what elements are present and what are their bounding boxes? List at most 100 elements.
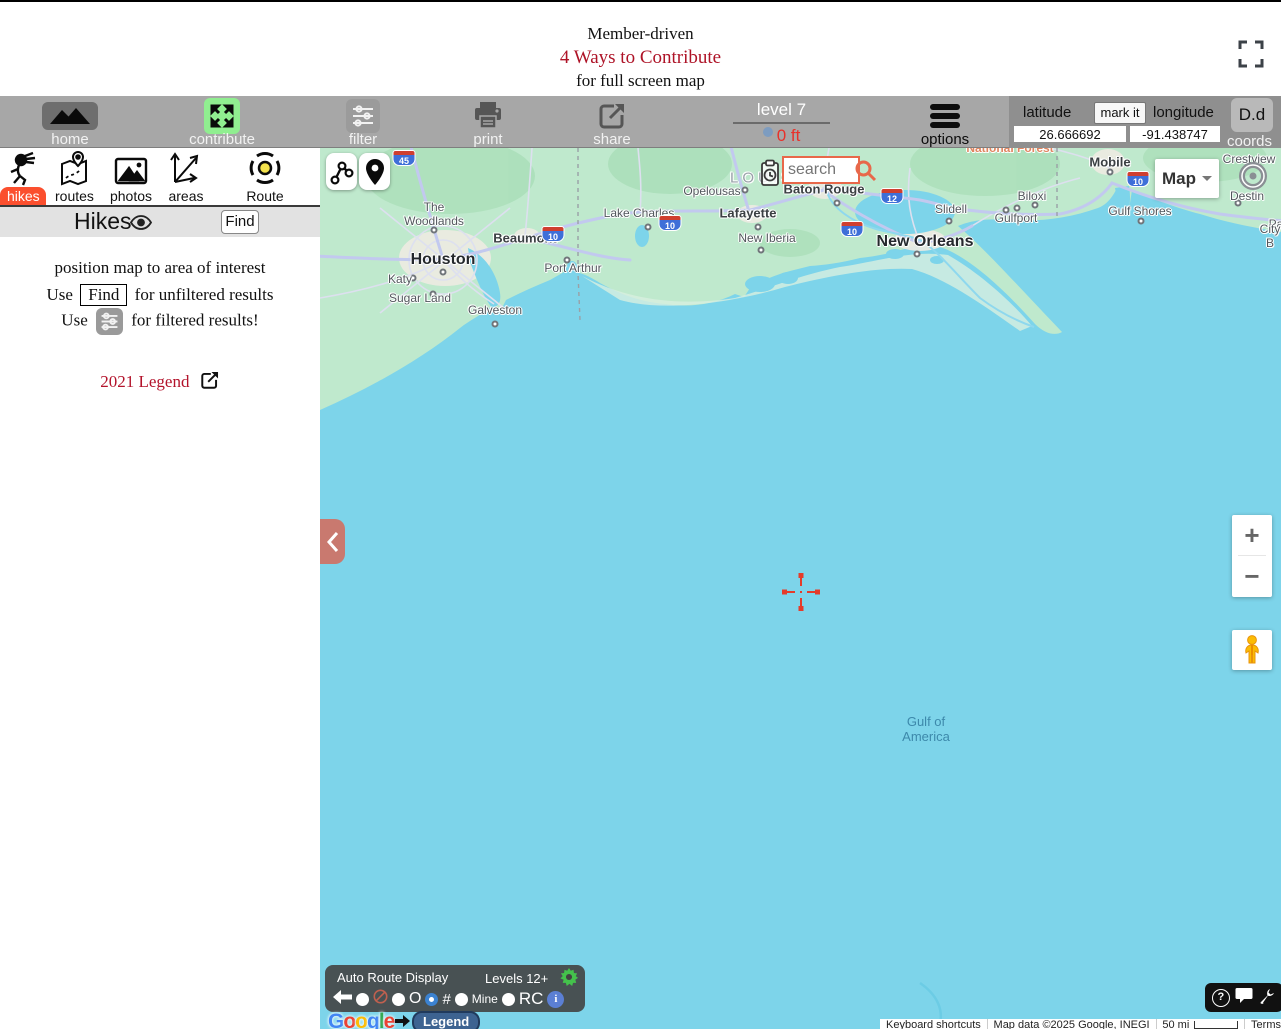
hamburger-icon [930,101,960,131]
tab-hikes[interactable]: hikes [0,150,46,205]
print-button[interactable]: print [433,96,543,137]
legend-2021-link[interactable]: 2021 Legend [0,370,320,392]
radio-route-none[interactable] [356,993,369,1006]
home-button[interactable]: home [15,96,125,135]
radio-route-number[interactable] [425,993,438,1006]
header-line-3: for full screen map [0,71,1281,91]
zoom-out-button[interactable]: − [1232,556,1272,596]
options-label: options [890,131,1000,148]
map-type-button[interactable]: Map [1155,159,1219,198]
chevron-down-icon [1202,176,1212,181]
scale-label: 50 mi [1162,1019,1189,1029]
coordinates-panel: latitude mark it longitude D.d coords [1009,96,1281,148]
zoom-control: + − [1232,515,1272,597]
sidebar-help-line-3: Use for filtered results! [0,308,320,335]
app-root: Member-driven 4 Ways to Contribute for f… [0,0,1281,1029]
longitude-label: longitude [1153,104,1214,121]
elevation-dot-icon [763,127,773,137]
route-levels-label: Levels 12+ [485,971,548,986]
map-pin-icon [364,158,386,186]
feedback-icon[interactable] [1235,987,1253,1008]
latitude-input[interactable] [1014,126,1126,142]
radio-outline-label: O [409,990,421,1008]
share-button[interactable]: share [557,96,667,137]
radio-number-label: # [442,991,450,1008]
tab-photos[interactable]: photos [102,150,160,205]
longitude-input[interactable] [1130,126,1220,142]
visibility-eye-icon[interactable] [130,215,152,235]
page-header: Member-driven 4 Ways to Contribute for f… [0,2,1281,96]
keyboard-shortcuts-link[interactable]: Keyboard shortcuts [886,1019,981,1029]
help3-post: for filtered results! [131,310,258,329]
areas-arrows-icon [160,150,212,186]
pegman-icon [1242,635,1262,665]
contribute-button[interactable]: contribute [167,96,277,139]
help3-pre: Use [61,310,87,329]
map-data-credit: Map data ©2025 Google, INEGI [994,1019,1150,1029]
legend-2021-label: 2021 Legend [100,372,189,391]
elevation-value: 0 ft [777,126,801,145]
filter-inline-icon [96,308,123,335]
filter-label: filter [308,131,418,148]
tab-photos-label: photos [102,187,160,205]
radio-rc-label: RC [519,989,544,1009]
find-inline-box: Find [80,284,127,306]
route-map-icon [48,150,100,186]
contribute-label: contribute [167,131,277,148]
mark-it-button[interactable]: mark it [1094,102,1146,124]
wrench-icon[interactable] [1259,987,1276,1009]
radio-route-rc[interactable] [502,993,515,1006]
tab-areas[interactable]: areas [160,150,212,205]
search-input[interactable] [782,156,860,184]
tab-routes[interactable]: routes [48,150,100,205]
hikes-title: Hikes [74,208,132,235]
external-link-icon [199,370,220,391]
google-logo[interactable]: Google [328,1010,394,1029]
info-icon[interactable]: i [547,991,564,1008]
drop-marker-button[interactable] [359,153,390,190]
sidebar: hikes routes pho [0,148,320,1029]
no-routes-icon [373,989,388,1009]
hikes-section-header: Hikes Find [0,205,320,237]
radio-route-mine[interactable] [455,993,468,1006]
route-tool-button[interactable] [326,153,357,190]
zoom-in-button[interactable]: + [1232,515,1272,555]
legend-button[interactable]: Legend [412,1011,480,1029]
hiker-icon [0,150,46,186]
find-button[interactable]: Find [221,210,259,234]
header-line-1: Member-driven [0,24,1281,44]
filter-sliders-icon [346,99,380,133]
sidebar-collapse-handle[interactable] [320,519,345,564]
map-crosshair [781,572,821,617]
arrow-right-icon [395,1014,410,1029]
options-button[interactable]: options [890,96,1000,136]
home-icon [42,102,98,130]
route-editor-target-icon [222,150,308,186]
fullscreen-icon[interactable] [1237,39,1265,69]
contribute-link[interactable]: 4 Ways to Contribute [0,47,1281,69]
terms-link[interactable]: Terms [1251,1019,1281,1029]
map-canvas[interactable]: The WoodlandsHoustonKatySugar LandGalves… [320,148,1281,1029]
previous-arrow-icon[interactable] [333,990,352,1009]
my-location-icon[interactable] [1237,160,1269,197]
auto-route-display-panel: Auto Route Display Levels 12+ [325,965,585,1012]
home-label: home [15,131,125,148]
route-nodes-icon [330,159,354,185]
help2-post: for unfiltered results [135,285,274,304]
search-icon[interactable] [854,159,878,188]
sidebar-help-line-1: position map to area of interest [0,258,320,278]
coords-format-button[interactable]: D.d [1231,98,1273,132]
level-label: level 7 [733,100,830,124]
help-cluster: ? [1205,983,1281,1012]
help-icon[interactable]: ? [1212,989,1230,1007]
filter-button[interactable]: filter [308,96,418,138]
share-label: share [557,131,667,148]
gear-icon[interactable] [560,968,578,989]
radio-route-outline[interactable] [392,993,405,1006]
map-attribution-bar: Keyboard shortcuts Map data ©2025 Google… [880,1019,1281,1029]
map-type-label: Map [1162,169,1196,189]
search-history-icon[interactable] [758,157,782,189]
chevron-left-icon [325,531,341,553]
pegman-button[interactable] [1232,630,1272,670]
elevation-display: 0 ft [733,126,830,146]
